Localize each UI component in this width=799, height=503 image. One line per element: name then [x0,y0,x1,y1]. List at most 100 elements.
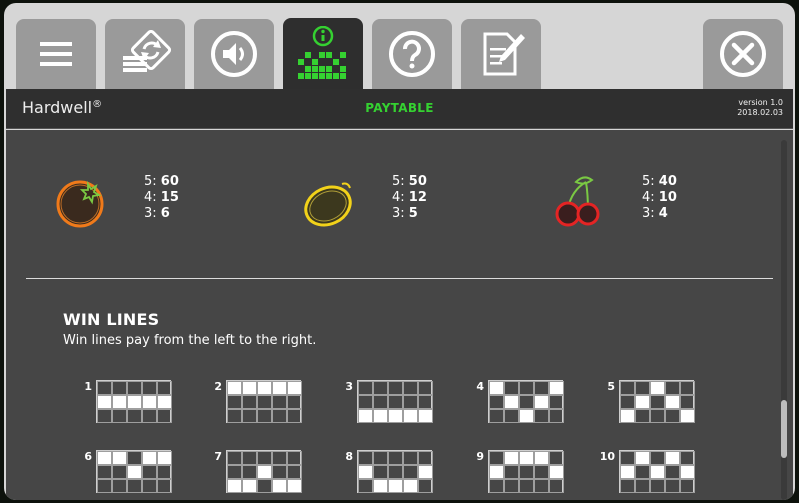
win-line-cell [534,409,549,423]
win-line-cell [534,395,549,409]
win-line-cell [519,409,534,423]
lemon-pays: 5: 50 4: 12 3: 5 [392,174,427,222]
tab-sound[interactable] [194,19,274,89]
win-line-cell [242,381,257,395]
win-line-grid [226,450,302,493]
win-line-7: 7 [206,450,306,494]
win-line-grid [96,380,172,423]
win-line-cell [287,465,302,479]
win-line-cell [358,479,373,493]
win-line-cell [489,409,504,423]
win-line-cell [519,479,534,493]
win-line-cell [157,395,172,409]
win-line-cell [534,479,549,493]
win-line-cell [242,409,257,423]
win-line-cell [388,409,403,423]
win-line-cell [549,395,564,409]
win-line-cell [112,395,127,409]
win-line-grid [96,450,172,493]
win-line-cell [242,451,257,465]
win-line-cell [287,395,302,409]
win-line-cell [373,465,388,479]
win-line-cell [97,381,112,395]
win-line-cell [373,451,388,465]
tab-help[interactable] [372,19,452,89]
paytable-content: 5: 60 4: 15 3: 6 5: 50 4: 12 3: 5 5: 40 … [6,130,793,500]
win-line-cell [127,381,142,395]
win-line-cell [635,479,650,493]
win-line-cell [227,395,242,409]
win-line-cell [519,451,534,465]
tab-autoplay[interactable] [105,19,185,89]
win-line-cell [227,465,242,479]
win-line-cell [142,381,157,395]
win-line-cell [620,479,635,493]
win-line-grid [619,380,695,423]
pay-row: 3: 4 [642,206,668,221]
scrollbar[interactable] [781,140,787,500]
close-icon [720,31,766,77]
orange-pays: 5: 60 4: 15 3: 6 [144,174,179,222]
win-line-cell [620,451,635,465]
win-line-cell [504,465,519,479]
win-line-cell [665,381,680,395]
win-line-cell [242,479,257,493]
win-line-cell [418,465,433,479]
win-line-cell [287,409,302,423]
win-line-cell [635,395,650,409]
pay-row: 4: 10 [642,190,677,205]
win-line-cell [519,381,534,395]
win-line-cell [665,395,680,409]
win-line-cell [257,395,272,409]
tab-notes[interactable] [461,19,541,89]
win-line-cell [358,409,373,423]
win-line-cell [388,479,403,493]
version-info: version 1.0 2018.02.03 [737,98,783,118]
autoplay-icon [123,30,172,72]
win-line-cell [142,479,157,493]
win-line-cell [242,465,257,479]
pay-row: 4: 15 [144,190,179,205]
win-line-cell [534,381,549,395]
win-line-cell [620,381,635,395]
win-line-cell [287,381,302,395]
win-line-cell [680,451,695,465]
win-line-number: 6 [84,450,92,463]
menu-icon [40,42,72,66]
win-line-number: 5 [607,380,615,393]
win-line-cell [635,381,650,395]
win-line-cell [272,395,287,409]
win-line-cell [142,451,157,465]
win-line-cell [373,409,388,423]
win-line-cell [650,409,665,423]
win-line-cell [650,479,665,493]
win-lines-title: WIN LINES [63,310,160,329]
win-line-cell [127,395,142,409]
win-line-cell [157,465,172,479]
pay-row: 3: 5 [392,206,418,221]
win-line-cell [373,381,388,395]
win-line-cell [650,465,665,479]
win-line-8: 8 [337,450,437,494]
scrollbar-thumb[interactable] [781,400,787,458]
win-line-cell [680,409,695,423]
win-line-cell [272,479,287,493]
win-line-cell [287,479,302,493]
paytable-icon [298,25,346,79]
win-line-cell [272,451,287,465]
win-line-cell [142,465,157,479]
sound-icon [211,31,257,77]
tab-menu[interactable] [16,19,96,89]
win-line-2: 2 [206,380,306,424]
tab-paytable[interactable] [283,18,363,89]
win-line-cell [680,395,695,409]
win-line-cell [504,479,519,493]
win-line-cell [358,451,373,465]
win-line-cell [127,479,142,493]
title-bar: Hardwell® PAYTABLE version 1.0 2018.02.0… [6,89,793,129]
win-line-cell [403,451,418,465]
win-line-cell [97,451,112,465]
section-divider [26,278,773,279]
win-line-number: 1 [84,380,92,393]
tab-close[interactable] [703,19,783,89]
